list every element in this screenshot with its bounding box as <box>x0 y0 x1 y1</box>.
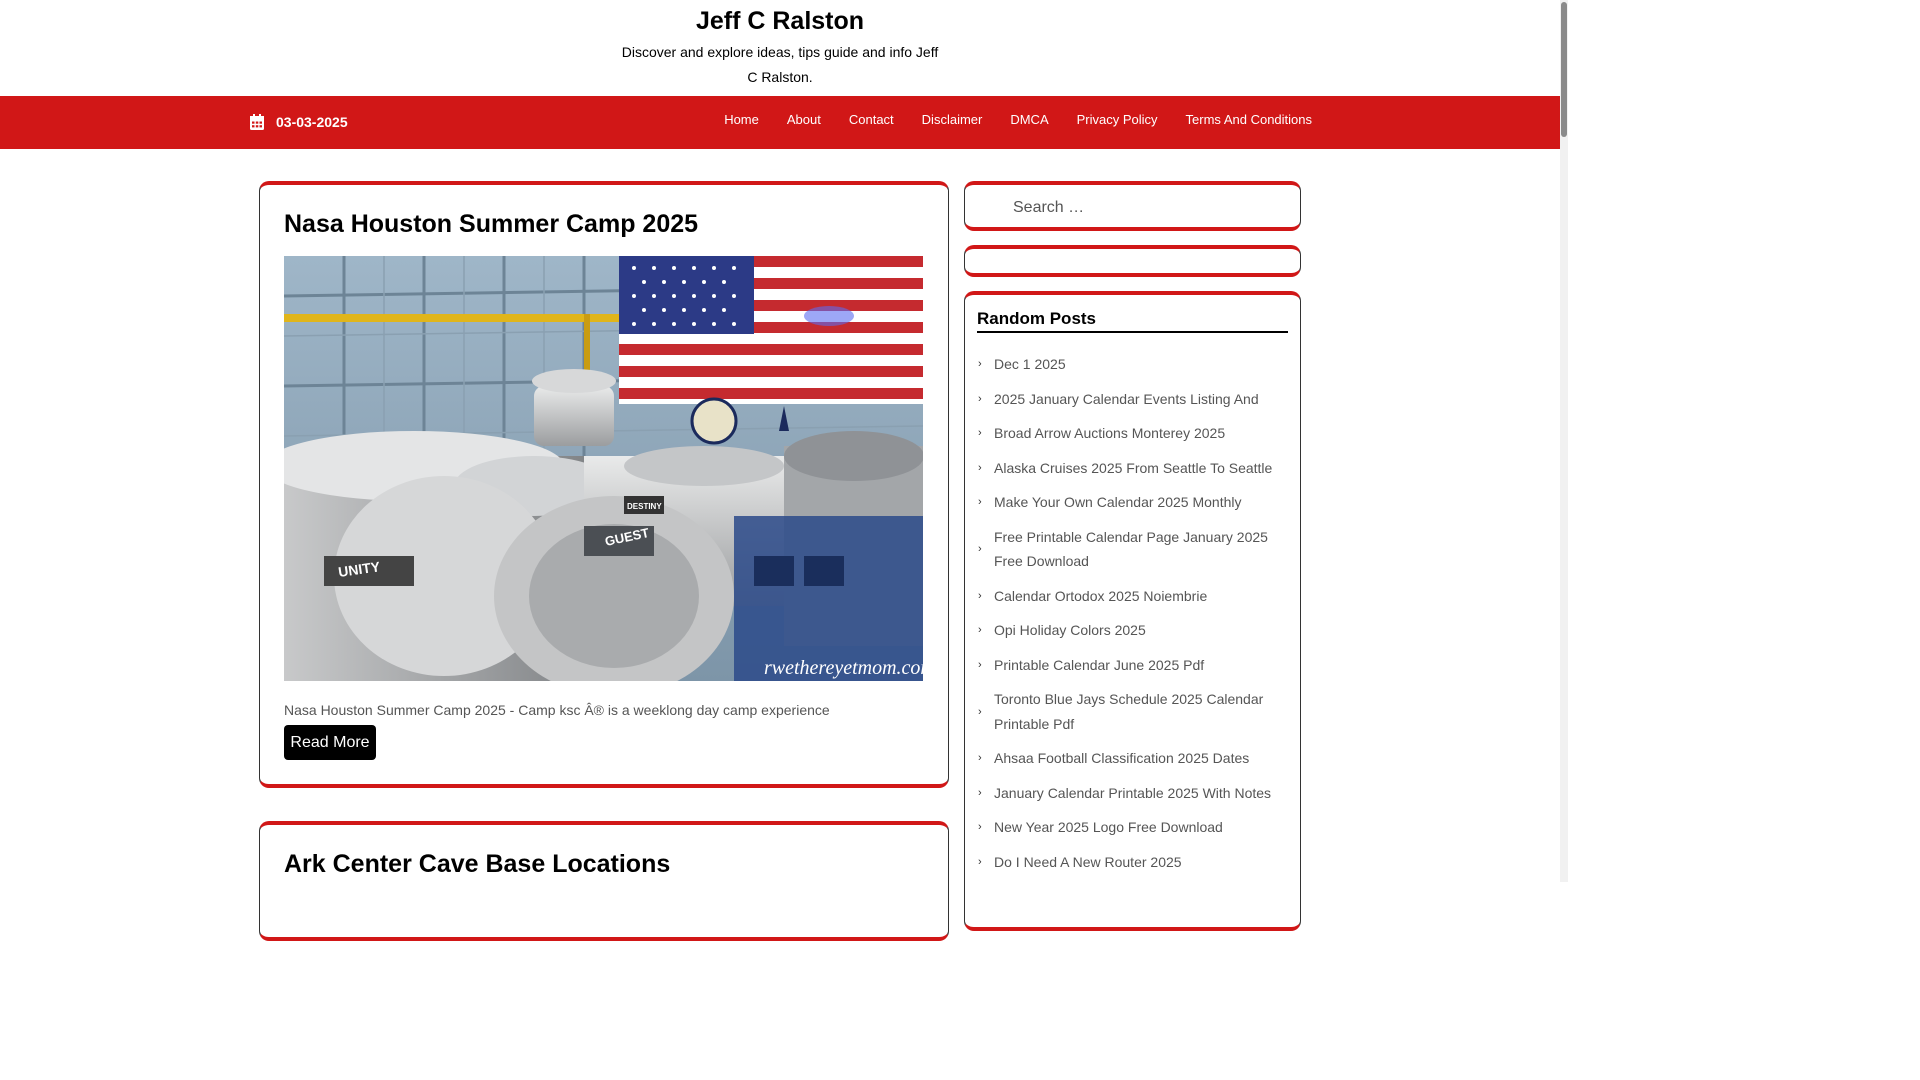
random-post-link[interactable]: › 2025 January Calendar Events Listing An… <box>977 382 1288 417</box>
space-station-mockup-image: GUEST UNITY DESTINY rwethereyetmom.com <box>284 256 923 681</box>
random-post-link[interactable]: › Dec 1 2025 <box>977 347 1288 382</box>
nav-menu: Home About Contact Disclaimer DMCA Priva… <box>696 109 1312 131</box>
nav-terms-and-conditions[interactable]: Terms And Conditions <box>1186 109 1312 131</box>
nav-contact[interactable]: Contact <box>849 109 894 131</box>
random-post-link[interactable]: › Opi Holiday Colors 2025 <box>977 613 1288 648</box>
random-post-label: New Year 2025 Logo Free Download <box>994 819 1223 835</box>
chevron-right-icon: › <box>978 461 982 474</box>
random-post-link[interactable]: › New Year 2025 Logo Free Download <box>977 810 1288 845</box>
site-header: Jeff C Ralston Discover and explore idea… <box>0 0 1560 96</box>
widget-title: Random Posts <box>977 307 1288 333</box>
random-post-label: Do I Need A New Router 2025 <box>994 853 1182 870</box>
post-title[interactable]: Nasa Houston Summer Camp 2025 <box>284 207 698 241</box>
chevron-right-icon: › <box>978 358 982 370</box>
scrollbar-thumb[interactable] <box>1561 2 1567 137</box>
site-description: Discover and explore ideas, tips guide a… <box>621 44 939 85</box>
chevron-right-icon: › <box>978 855 982 868</box>
post-excerpt: Nasa Houston Summer Camp 2025 - Camp ksc… <box>284 702 830 718</box>
random-post-label: Opi Holiday Colors 2025 <box>994 622 1146 638</box>
page-scrollbar[interactable] <box>1560 0 1568 882</box>
random-post-label: Make Your Own Calendar 2025 Monthly <box>994 494 1242 510</box>
empty-widget <box>964 245 1301 277</box>
random-post-link[interactable]: › Alaska Cruises 2025 From Seattle To Sea… <box>977 451 1288 486</box>
random-posts-list: › Dec 1 2025 › 2025 January Calendar Event… <box>977 347 1288 879</box>
nav-disclaimer[interactable]: Disclaimer <box>922 109 983 131</box>
chevron-right-icon: › <box>978 705 982 718</box>
post-featured-image[interactable]: GUEST UNITY DESTINY rwethereyetmom.com <box>284 256 923 681</box>
calendar-icon <box>250 114 264 130</box>
random-post-label: Calendar Ortodox 2025 Noiembrie <box>994 587 1208 604</box>
search-widget <box>964 181 1301 231</box>
chevron-right-icon: › <box>978 752 982 764</box>
date-display: 03-03-2025 <box>250 111 348 133</box>
nav-privacy-policy[interactable]: Privacy Policy <box>1077 109 1158 131</box>
nav-dmca[interactable]: DMCA <box>1010 109 1048 131</box>
nav-about[interactable]: About <box>787 109 821 131</box>
chevron-right-icon: › <box>978 427 982 439</box>
destiny-module-label: DESTINY <box>627 502 662 511</box>
chevron-right-icon: › <box>978 542 982 555</box>
chevron-right-icon: › <box>978 658 982 671</box>
main-navbar: 03-03-2025 Home About Contact Disclaimer… <box>0 96 1560 149</box>
search-input[interactable] <box>1013 193 1283 223</box>
chevron-right-icon: › <box>978 496 982 508</box>
chevron-right-icon: › <box>978 392 982 405</box>
chevron-right-icon: › <box>978 624 982 636</box>
random-post-label: Free Printable Calendar Page January 202… <box>994 528 1268 570</box>
chevron-right-icon: › <box>978 821 982 833</box>
post-title[interactable]: Ark Center Cave Base Locations <box>284 847 670 881</box>
read-more-button[interactable]: Read More <box>284 725 376 760</box>
random-post-label: 2025 January Calendar Events Listing And <box>994 390 1259 407</box>
random-post-link[interactable]: › Do I Need A New Router 2025 <box>977 845 1288 880</box>
post-card: Ark Center Cave Base Locations <box>259 821 949 941</box>
site-title[interactable]: Jeff C Ralston <box>0 4 1560 38</box>
random-post-label: Broad Arrow Auctions Monterey 2025 <box>994 425 1226 441</box>
random-post-label: Ahsaa Football Classification 2025 Dates <box>994 750 1250 766</box>
post-card: Nasa Houston Summer Camp 2025 GUEST UNIT… <box>259 181 949 788</box>
random-post-link[interactable]: › Calendar Ortodox 2025 Noiembrie <box>977 579 1288 614</box>
random-post-link[interactable]: › Toronto Blue Jays Schedule 2025 Calenda… <box>977 682 1288 741</box>
random-post-link[interactable]: › Make Your Own Calendar 2025 Monthly <box>977 485 1288 520</box>
random-post-link[interactable]: › January Calendar Printable 2025 With No… <box>977 776 1288 811</box>
random-post-link[interactable]: › Printable Calendar June 2025 Pdf <box>977 648 1288 683</box>
random-post-link[interactable]: › Broad Arrow Auctions Monterey 2025 <box>977 416 1288 451</box>
random-post-link[interactable]: › Ahsaa Football Classification 2025 Date… <box>977 741 1288 776</box>
random-posts-widget: Random Posts › Dec 1 2025 › 2025 January C… <box>964 291 1301 931</box>
current-date: 03-03-2025 <box>276 114 348 130</box>
random-post-label: January Calendar Printable 2025 With Not… <box>994 784 1272 801</box>
chevron-right-icon: › <box>978 589 982 602</box>
random-post-label: Dec 1 2025 <box>994 356 1066 372</box>
random-post-link[interactable]: › Free Printable Calendar Page January 20… <box>977 520 1288 579</box>
nav-home[interactable]: Home <box>724 109 759 131</box>
random-post-label: Alaska Cruises 2025 From Seattle To Seat… <box>994 459 1273 476</box>
us-flag-graphic <box>619 256 923 404</box>
random-post-label: Toronto Blue Jays Schedule 2025 Calendar… <box>994 691 1264 732</box>
image-watermark: rwethereyetmom.com <box>764 657 923 679</box>
chevron-right-icon: › <box>978 786 982 799</box>
random-post-label: Printable Calendar June 2025 Pdf <box>994 656 1205 673</box>
